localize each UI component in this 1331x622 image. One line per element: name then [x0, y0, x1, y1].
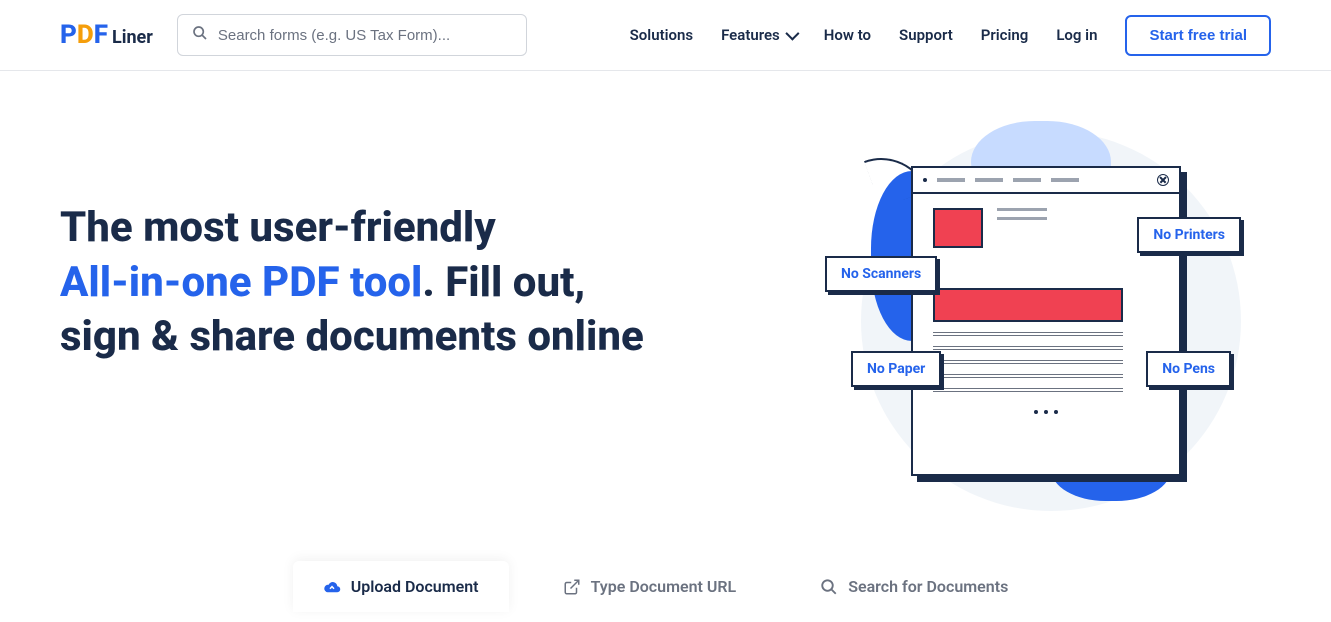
search-input[interactable] — [218, 27, 512, 44]
tab-upload-document[interactable]: Upload Document — [293, 561, 509, 612]
header: PDFLiner Solutions Features How to Suppo… — [0, 0, 1331, 71]
search-icon — [820, 578, 838, 596]
external-link-icon — [563, 578, 581, 596]
nav-features[interactable]: Features — [721, 26, 796, 44]
search-box[interactable] — [177, 14, 527, 56]
nav-howto[interactable]: How to — [824, 26, 871, 44]
badge-no-printers: No Printers — [1137, 217, 1241, 253]
upload-cloud-icon — [323, 578, 341, 596]
chevron-down-icon — [785, 27, 799, 41]
nav-login[interactable]: Log in — [1056, 26, 1097, 44]
nav-pricing[interactable]: Pricing — [981, 26, 1029, 44]
badge-no-paper: No Paper — [851, 351, 941, 387]
hero-text: The most user-friendly All-in-one PDF to… — [60, 121, 791, 365]
nav-support[interactable]: Support — [899, 26, 953, 44]
hero-title: The most user-friendly All-in-one PDF to… — [60, 201, 791, 365]
hero-illustration: No Printers No Scanners No Paper No Pens — [831, 121, 1271, 521]
badge-no-pens: No Pens — [1146, 351, 1231, 387]
badge-no-scanners: No Scanners — [825, 256, 937, 292]
tab-search-documents[interactable]: Search for Documents — [790, 561, 1038, 612]
close-icon — [1157, 174, 1169, 186]
hero-section: The most user-friendly All-in-one PDF to… — [0, 71, 1331, 551]
start-trial-button[interactable]: Start free trial — [1125, 15, 1271, 56]
document-illustration — [911, 166, 1181, 476]
main-nav: Solutions Features How to Support Pricin… — [630, 15, 1271, 56]
nav-solutions[interactable]: Solutions — [630, 26, 693, 44]
logo[interactable]: PDFLiner — [60, 20, 153, 50]
action-tabs: Upload Document Type Document URL Search… — [0, 551, 1331, 622]
search-icon — [192, 25, 208, 45]
tab-type-url[interactable]: Type Document URL — [533, 561, 767, 612]
